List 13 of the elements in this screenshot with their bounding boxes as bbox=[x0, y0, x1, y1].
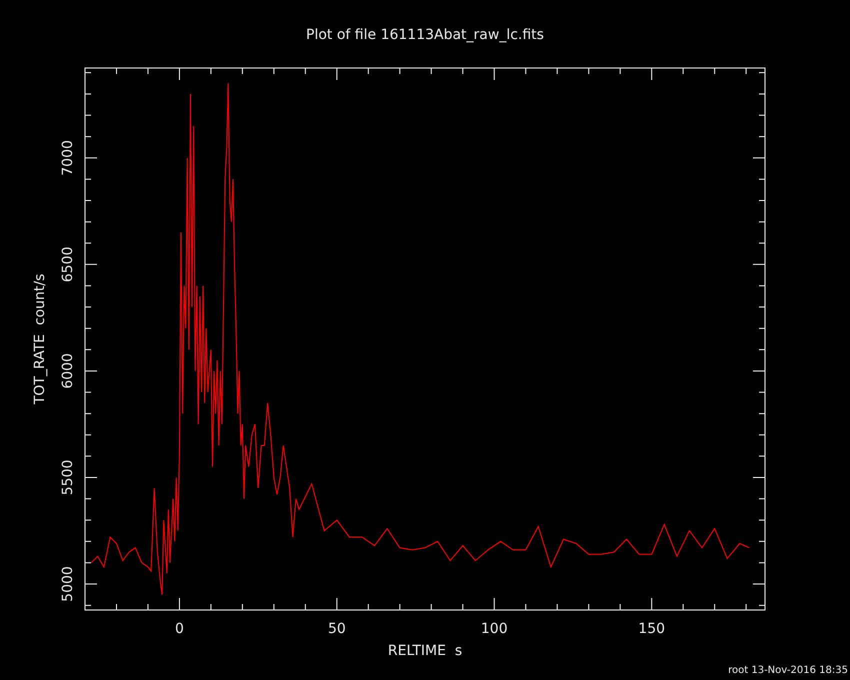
plot-footer: root 13-Nov-2016 18:35 bbox=[728, 665, 848, 676]
x-axis-label: RELTIME s bbox=[388, 643, 462, 659]
chart-title: Plot of file 161113Abat_raw_lc.fits bbox=[306, 27, 544, 43]
y-tick-label: 6500 bbox=[60, 246, 76, 282]
y-tick-label: 6000 bbox=[60, 353, 76, 389]
x-tick-label: 50 bbox=[328, 621, 346, 637]
y-tick-label: 7000 bbox=[60, 140, 76, 176]
y-axis-label: TOT_RATE count/s bbox=[32, 274, 48, 404]
x-tick-label: 0 bbox=[174, 621, 184, 637]
y-tick-label: 5500 bbox=[60, 460, 76, 496]
y-tick-label: 5000 bbox=[60, 566, 76, 602]
x-tick-label: 100 bbox=[480, 621, 508, 637]
x-tick-label: 150 bbox=[638, 621, 666, 637]
